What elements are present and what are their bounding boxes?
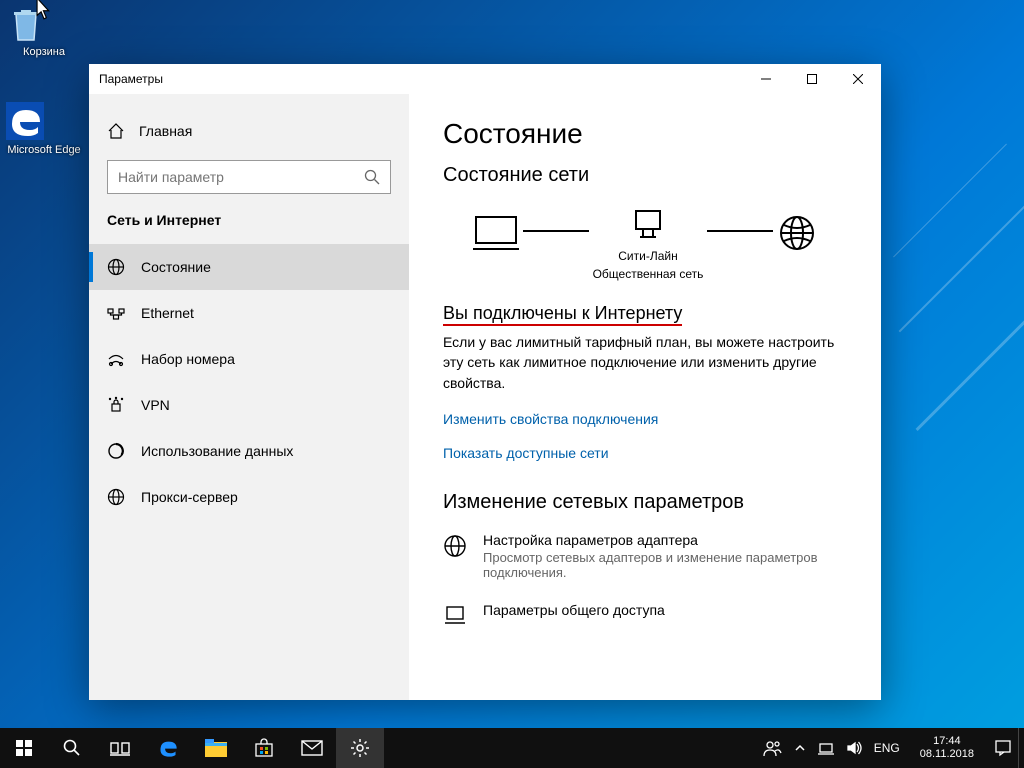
sidebar-item-vpn[interactable]: VPN bbox=[89, 382, 409, 428]
sharing-icon bbox=[443, 604, 467, 628]
network-tray-icon[interactable] bbox=[818, 740, 834, 756]
recycle-bin-icon bbox=[6, 4, 82, 44]
start-button[interactable] bbox=[0, 728, 48, 768]
dialup-icon bbox=[107, 350, 125, 368]
language-indicator[interactable]: ENG bbox=[874, 741, 900, 755]
notifications-icon[interactable] bbox=[994, 739, 1012, 757]
tray-chevron-up-icon[interactable] bbox=[794, 742, 806, 754]
volume-icon[interactable] bbox=[846, 740, 862, 756]
search-icon bbox=[364, 169, 380, 185]
clock-time: 17:44 bbox=[920, 735, 974, 748]
recycle-bin-label: Корзина bbox=[6, 46, 82, 58]
system-tray: ENG 17:44 08.11.2018 bbox=[756, 735, 1018, 760]
taskbar-settings[interactable] bbox=[336, 728, 384, 768]
minimize-button[interactable] bbox=[743, 64, 789, 94]
sidebar-item-label: Состояние bbox=[141, 259, 211, 275]
proxy-icon bbox=[107, 488, 125, 506]
sidebar-item-datausage[interactable]: Использование данных bbox=[89, 428, 409, 474]
adapter-icon bbox=[443, 534, 467, 580]
taskbar-edge[interactable] bbox=[144, 728, 192, 768]
network-type: Общественная сеть bbox=[593, 267, 704, 281]
globe-icon bbox=[107, 258, 125, 276]
network-name: Сити-Лайн bbox=[618, 249, 677, 263]
status-body: Если у вас лимитный тарифный план, вы мо… bbox=[443, 332, 847, 393]
edge-label: Microsoft Edge bbox=[6, 144, 82, 156]
section-network-state: Состояние сети bbox=[443, 164, 847, 187]
recycle-bin[interactable]: Корзина bbox=[6, 4, 82, 58]
ethernet-icon bbox=[107, 304, 125, 322]
home-icon bbox=[107, 122, 125, 140]
content-pane: Состояние Состояние сети Сити-Лайн Общес… bbox=[409, 94, 881, 700]
home-button[interactable]: Главная bbox=[89, 112, 409, 150]
section-change-params: Изменение сетевых параметров bbox=[443, 491, 847, 514]
taskbar-mail[interactable] bbox=[288, 728, 336, 768]
close-button[interactable] bbox=[835, 64, 881, 94]
pc-icon bbox=[473, 214, 519, 252]
sidebar-item-label: Ethernet bbox=[141, 305, 194, 321]
home-label: Главная bbox=[139, 123, 192, 139]
category-header: Сеть и Интернет bbox=[89, 212, 409, 244]
taskbar-search[interactable] bbox=[48, 728, 96, 768]
show-desktop[interactable] bbox=[1018, 728, 1024, 768]
option-adapter[interactable]: Настройка параметров адаптера Просмотр с… bbox=[443, 532, 847, 580]
taskbar-explorer[interactable] bbox=[192, 728, 240, 768]
taskbar-store[interactable] bbox=[240, 728, 288, 768]
link-change-properties[interactable]: Изменить свойства подключения bbox=[443, 411, 847, 427]
edge-shortcut[interactable]: Microsoft Edge bbox=[6, 102, 82, 156]
clock-date: 08.11.2018 bbox=[920, 748, 974, 761]
sidebar-item-ethernet[interactable]: Ethernet bbox=[89, 290, 409, 336]
vpn-icon bbox=[107, 396, 125, 414]
sidebar-item-status[interactable]: Состояние bbox=[89, 244, 409, 290]
task-view-button[interactable] bbox=[96, 728, 144, 768]
sidebar-item-proxy[interactable]: Прокси-сервер bbox=[89, 474, 409, 520]
people-icon[interactable] bbox=[762, 738, 782, 758]
taskbar: ENG 17:44 08.11.2018 bbox=[0, 728, 1024, 768]
sidebar-item-label: Прокси-сервер bbox=[141, 489, 238, 505]
titlebar[interactable]: Параметры bbox=[89, 64, 881, 94]
clock[interactable]: 17:44 08.11.2018 bbox=[912, 735, 982, 760]
status-heading: Вы подключены к Интернету bbox=[443, 303, 682, 326]
window-title: Параметры bbox=[99, 72, 163, 86]
network-diagram: Сити-Лайн Общественная сеть bbox=[443, 205, 847, 281]
settings-window: Параметры Главная Сеть и Интернет Состоя… bbox=[89, 64, 881, 700]
sidebar-item-label: Использование данных bbox=[141, 443, 293, 459]
page-title: Состояние bbox=[443, 118, 847, 150]
router-icon bbox=[628, 205, 668, 245]
option-sharing[interactable]: Параметры общего доступа bbox=[443, 602, 847, 628]
edge-icon bbox=[6, 102, 82, 142]
sidebar: Главная Сеть и Интернет Состояние Ethern… bbox=[89, 94, 409, 700]
link-show-networks[interactable]: Показать доступные сети bbox=[443, 445, 847, 461]
sidebar-item-dialup[interactable]: Набор номера bbox=[89, 336, 409, 382]
adapter-title: Настройка параметров адаптера bbox=[483, 532, 847, 548]
internet-icon bbox=[777, 213, 817, 253]
maximize-button[interactable] bbox=[789, 64, 835, 94]
sidebar-item-label: VPN bbox=[141, 397, 170, 413]
sidebar-item-label: Набор номера bbox=[141, 351, 235, 367]
datausage-icon bbox=[107, 442, 125, 460]
search-input[interactable] bbox=[107, 160, 391, 194]
adapter-sub: Просмотр сетевых адаптеров и изменение п… bbox=[483, 550, 847, 580]
sharing-title: Параметры общего доступа bbox=[483, 602, 665, 618]
